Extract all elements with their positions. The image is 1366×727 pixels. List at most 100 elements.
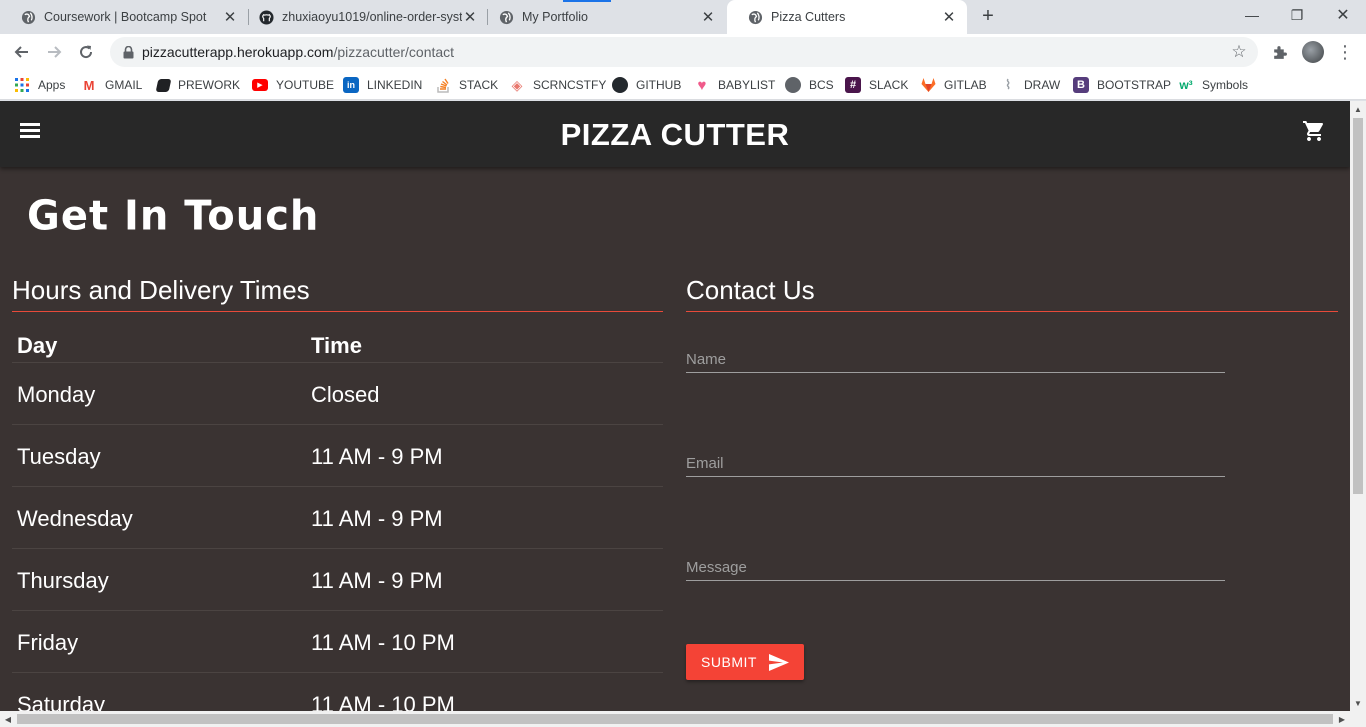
shopping-cart-icon[interactable] (1302, 119, 1326, 143)
lock-icon (120, 44, 136, 60)
menu-kebab-icon[interactable]: ⋮ (1335, 42, 1355, 62)
time-cell: 11 AM - 10 PM (311, 692, 455, 711)
tab-close-icon[interactable]: ✕ (700, 9, 716, 26)
hours-title: Hours and Delivery Times (12, 275, 310, 305)
bookmark-gitlab[interactable]: GITLAB (920, 76, 987, 94)
table-row: Tuesday 11 AM - 9 PM (12, 425, 663, 487)
bookmark-label: SCRNCSTFY (533, 78, 607, 92)
paperclip-icon: ⌇ (1004, 77, 1012, 92)
slack-icon: # (845, 77, 861, 93)
vertical-scroll-thumb[interactable] (1353, 118, 1363, 494)
tab-portfolio[interactable]: My Portfolio ✕ (478, 0, 726, 34)
tab-pizza-cutters[interactable]: Pizza Cutters ✕ (727, 0, 967, 34)
hours-table: Day Time Monday Closed Tuesday 11 AM - 9… (12, 313, 663, 711)
site-navbar: PIZZA CUTTER (0, 101, 1350, 167)
name-field[interactable]: Name (686, 341, 1225, 373)
bookmark-linkedin[interactable]: in LINKEDIN (343, 76, 422, 94)
vertical-scrollbar[interactable]: ▲ ▼ (1350, 101, 1366, 711)
time-cell: 11 AM - 9 PM (311, 444, 443, 469)
bookmark-label: Apps (38, 78, 66, 92)
email-field[interactable]: Email (686, 445, 1225, 477)
tab-title: Pizza Cutters (771, 10, 846, 24)
reload-icon[interactable] (73, 39, 99, 65)
bookmark-gmail[interactable]: M GMAIL (81, 76, 143, 94)
horizontal-scroll-thumb[interactable] (17, 714, 1333, 724)
bookmark-bcs[interactable]: BCS (785, 76, 834, 94)
bookmark-label: BOOTSTRAP (1097, 78, 1172, 92)
bookmark-label: LINKEDIN (367, 78, 423, 92)
day-cell: Tuesday (17, 444, 101, 469)
address-bar[interactable]: pizzacutterapp.herokuapp.com/pizzacutter… (110, 37, 1258, 67)
bookmark-apps[interactable]: Apps (14, 76, 65, 94)
page-heading: Get In Touch (27, 192, 320, 240)
tab-close-icon[interactable]: ✕ (462, 9, 478, 26)
submit-button[interactable]: SUBMIT (686, 644, 804, 680)
message-label: Message (686, 559, 747, 576)
bookmark-stack[interactable]: STACK (435, 76, 498, 94)
tab-coursework[interactable]: Coursework | Bootcamp Spot ✕ (0, 0, 248, 34)
time-cell: 11 AM - 9 PM (311, 568, 443, 593)
github-icon (258, 9, 274, 25)
tab-title: zhuxiaoyu1019/online-order-system (282, 10, 462, 24)
bookmark-label: GMAIL (105, 78, 143, 92)
forward-icon[interactable] (41, 39, 67, 65)
book-icon (155, 78, 172, 92)
horizontal-scrollbar[interactable]: ◀ ▶ (0, 711, 1366, 727)
time-cell: Closed (311, 382, 380, 407)
new-tab-button[interactable]: + (977, 5, 999, 27)
scroll-down-arrow-icon[interactable]: ▼ (1350, 695, 1366, 711)
time-cell: 11 AM - 10 PM (311, 630, 455, 655)
bookmark-label: DRAW (1024, 78, 1061, 92)
submit-label: SUBMIT (701, 654, 757, 670)
gitlab-icon (920, 77, 936, 93)
bookmark-prework[interactable]: PREWORK (155, 76, 240, 94)
bookmark-label: SLACK (869, 78, 909, 92)
contact-title: Contact Us (686, 275, 815, 305)
extensions-icon[interactable] (1269, 42, 1289, 62)
bookmark-label: YOUTUBE (276, 78, 335, 92)
scroll-right-arrow-icon[interactable]: ▶ (1334, 711, 1350, 727)
bookmark-slack[interactable]: # SLACK (845, 76, 908, 94)
tab-github[interactable]: zhuxiaoyu1019/online-order-system ✕ (238, 0, 488, 34)
tab-close-icon[interactable]: ✕ (941, 9, 957, 26)
day-cell: Wednesday (17, 506, 133, 531)
apps-grid-icon (14, 77, 30, 93)
site-brand[interactable]: PIZZA CUTTER (0, 117, 1350, 153)
bookmark-babylist[interactable]: ♥ BABYLIST (694, 76, 776, 94)
page-viewport: PIZZA CUTTER Get In Touch Hours and Deli… (0, 101, 1350, 711)
message-field[interactable]: Message (686, 549, 1225, 581)
stackoverflow-icon (435, 77, 451, 93)
bookmark-label: GITLAB (944, 78, 987, 92)
screencastify-icon: ◈ (511, 76, 523, 93)
bookmark-youtube[interactable]: ▶ YOUTUBE (252, 76, 334, 94)
bookmark-draw[interactable]: ⌇ DRAW (1000, 76, 1060, 94)
column-header-day: Day (17, 333, 58, 358)
table-row: Friday 11 AM - 10 PM (12, 611, 663, 673)
bookmark-label: Symbols (1202, 78, 1249, 92)
youtube-icon: ▶ (252, 79, 268, 91)
back-icon[interactable] (9, 39, 35, 65)
minimize-icon[interactable]: — (1240, 4, 1264, 26)
globe-icon (20, 9, 36, 25)
table-row: Monday Closed (12, 363, 663, 425)
bookmark-scrncstfy[interactable]: ◈ SCRNCSTFY (509, 76, 607, 94)
bookmark-star-icon[interactable]: ☆ (1230, 43, 1248, 61)
globe-icon (785, 77, 801, 93)
profile-avatar[interactable] (1302, 41, 1324, 63)
bookmark-github[interactable]: GITHUB (612, 76, 681, 94)
window-close-icon[interactable]: ✕ (1331, 4, 1355, 26)
restore-icon[interactable]: ❐ (1285, 4, 1309, 26)
name-label: Name (686, 351, 727, 368)
scroll-up-arrow-icon[interactable]: ▲ (1350, 101, 1366, 117)
scroll-left-arrow-icon[interactable]: ◀ (0, 711, 16, 727)
column-header-time: Time (311, 333, 362, 358)
bookmark-label: GITHUB (636, 78, 682, 92)
w3-icon: w³ (1179, 78, 1193, 92)
bootstrap-icon: B (1073, 77, 1089, 93)
url-host: pizzacutterapp.herokuapp.com (142, 44, 334, 60)
tab-close-icon[interactable]: ✕ (222, 9, 238, 26)
bookmark-label: BABYLIST (718, 78, 776, 92)
bookmark-bootstrap[interactable]: B BOOTSTRAP (1073, 76, 1171, 94)
day-cell: Thursday (17, 568, 109, 593)
bookmark-symbols[interactable]: w³ Symbols (1178, 76, 1248, 94)
